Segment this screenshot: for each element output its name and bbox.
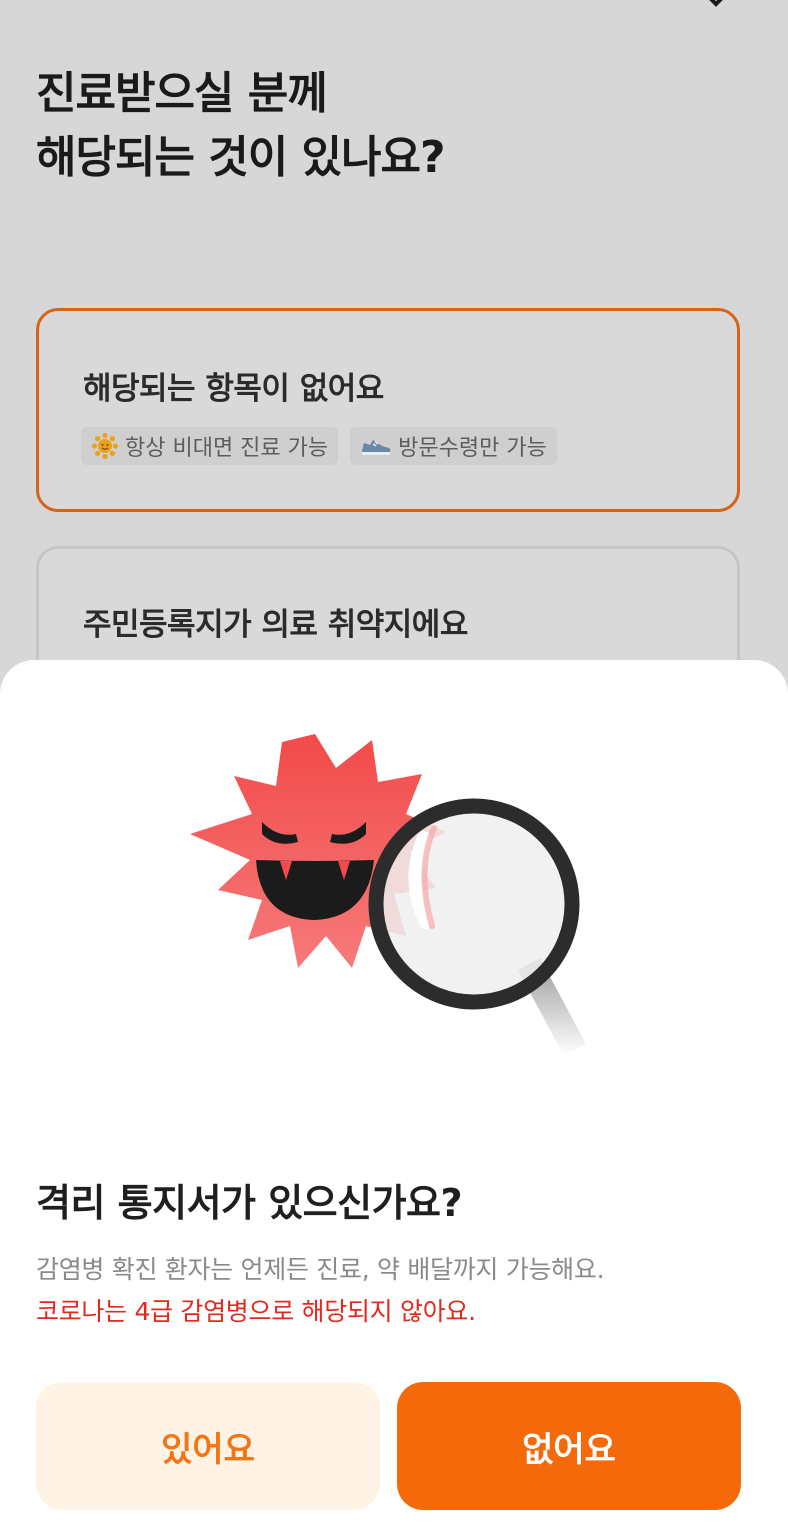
option-title: 주민등록지가 의료 취약지에요 bbox=[83, 607, 468, 643]
option-card-none[interactable]: 해당되는 항목이 없어요 항상 비대면 진료 가능 방문수령만 가능 bbox=[36, 308, 740, 512]
sun-icon bbox=[91, 432, 119, 460]
sheet-title: 격리 통지서가 있으신가요? bbox=[36, 1181, 463, 1225]
tag-pickup-only: 방문수령만 가능 bbox=[350, 427, 557, 465]
tag-label: 방문수령만 가능 bbox=[398, 436, 547, 461]
no-button[interactable]: 없어요 bbox=[397, 1382, 741, 1510]
sheet-description: 감염병 확진 환자는 언제든 진료, 약 배달까지 가능해요. bbox=[36, 1255, 605, 1284]
virus-magnifier-illustration bbox=[190, 734, 586, 1056]
close-icon[interactable] bbox=[694, 0, 738, 10]
tag-row: 항상 비대면 진료 가능 방문수령만 가능 bbox=[81, 427, 557, 465]
sneaker-icon bbox=[362, 440, 391, 455]
sheet-warning: 코로나는 4급 감염병으로 해당되지 않아요. bbox=[36, 1297, 476, 1326]
tag-label: 항상 비대면 진료 가능 bbox=[125, 436, 329, 461]
page-title-line2: 해당되는 것이 있나요? bbox=[36, 132, 445, 183]
option-title: 해당되는 항목이 없어요 bbox=[83, 371, 384, 407]
page-title: 진료받으실 분께 해당되는 것이 있나요? bbox=[36, 62, 445, 190]
tag-always-remote: 항상 비대면 진료 가능 bbox=[81, 427, 339, 465]
page-title-line1: 진료받으실 분께 bbox=[36, 68, 328, 119]
bottom-sheet: 격리 통지서가 있으신가요? 감염병 확진 환자는 언제든 진료, 약 배달까지… bbox=[0, 660, 788, 1540]
yes-button[interactable]: 있어요 bbox=[36, 1382, 380, 1510]
